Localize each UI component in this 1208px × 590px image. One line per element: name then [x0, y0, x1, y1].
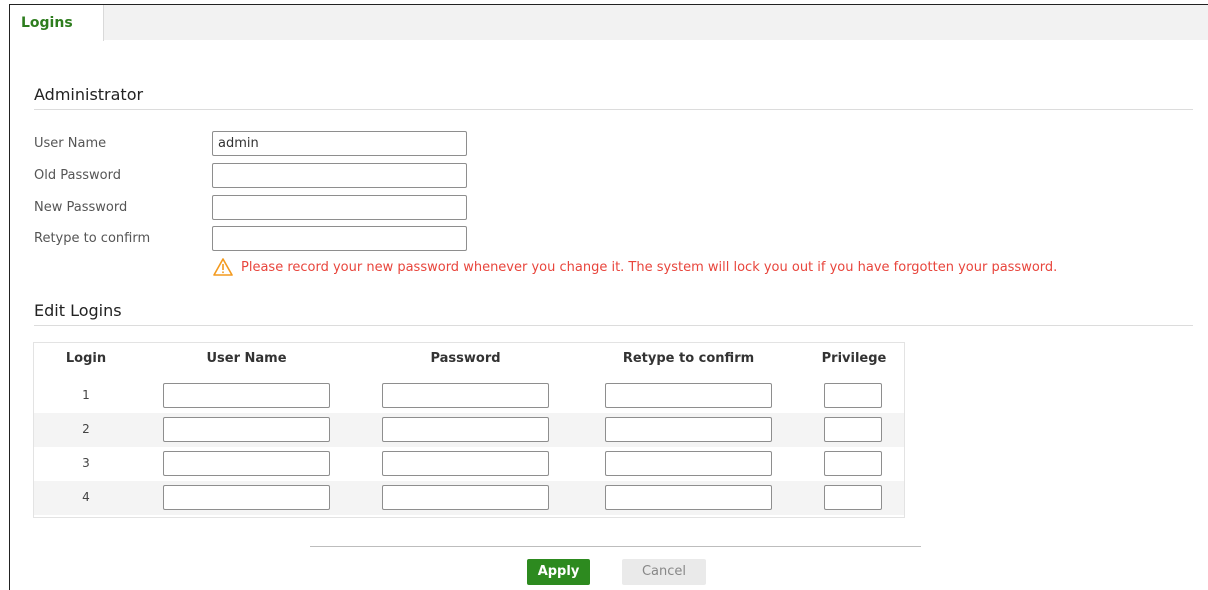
row-password-input[interactable] — [382, 417, 549, 442]
button-divider — [310, 546, 921, 547]
row-user-name-input[interactable] — [163, 383, 330, 408]
edit-logins-table: Login User Name Password Retype to confi… — [33, 342, 905, 518]
row-retype-input[interactable] — [605, 451, 772, 476]
edit-logins-section-title: Edit Logins — [34, 301, 122, 320]
login-number: 3 — [82, 456, 90, 470]
row-password-input[interactable] — [382, 485, 549, 510]
warning-text: Please record your new password whenever… — [241, 259, 1058, 275]
administrator-section-title: Administrator — [34, 85, 144, 104]
column-header-login: Login — [65, 351, 107, 366]
cancel-button[interactable]: Cancel — [622, 559, 706, 585]
column-header-user-name: User Name — [206, 351, 287, 366]
warning-icon — [213, 258, 233, 276]
retype-confirm-input[interactable] — [212, 226, 467, 251]
row-privilege-input[interactable] — [824, 451, 882, 476]
section-divider — [34, 109, 1193, 110]
user-name-input[interactable] — [212, 131, 467, 156]
old-password-input[interactable] — [212, 163, 467, 188]
table-row: 1 — [34, 379, 904, 413]
password-warning: Please record your new password whenever… — [213, 258, 1057, 276]
row-privilege-input[interactable] — [824, 383, 882, 408]
tab-bar: Logins — [10, 5, 1208, 41]
old-password-label: Old Password — [34, 168, 121, 183]
row-privilege-input[interactable] — [824, 485, 882, 510]
login-number: 2 — [82, 422, 90, 436]
table-row: 2 — [34, 413, 904, 447]
row-retype-input[interactable] — [605, 485, 772, 510]
row-privilege-input[interactable] — [824, 417, 882, 442]
column-header-retype-confirm: Retype to confirm — [622, 351, 755, 366]
row-user-name-input[interactable] — [163, 485, 330, 510]
table-header: Login User Name Password Retype to confi… — [34, 343, 904, 379]
section-divider — [34, 325, 1193, 326]
row-password-input[interactable] — [382, 451, 549, 476]
row-retype-input[interactable] — [605, 417, 772, 442]
table-row: 4 — [34, 481, 904, 515]
new-password-input[interactable] — [212, 195, 467, 220]
column-header-password: Password — [430, 351, 501, 366]
logins-panel: Logins Administrator User Name Old Passw… — [9, 4, 1208, 590]
column-header-privilege: Privilege — [821, 351, 887, 366]
new-password-label: New Password — [34, 200, 128, 215]
user-name-label: User Name — [34, 136, 107, 151]
apply-button[interactable]: Apply — [527, 559, 590, 585]
row-user-name-input[interactable] — [163, 417, 330, 442]
table-row: 3 — [34, 447, 904, 481]
login-number: 1 — [82, 388, 90, 402]
tab-logins[interactable]: Logins — [10, 5, 104, 41]
row-retype-input[interactable] — [605, 383, 772, 408]
login-number: 4 — [82, 490, 90, 504]
row-user-name-input[interactable] — [163, 451, 330, 476]
retype-confirm-label: Retype to confirm — [34, 231, 151, 246]
row-password-input[interactable] — [382, 383, 549, 408]
